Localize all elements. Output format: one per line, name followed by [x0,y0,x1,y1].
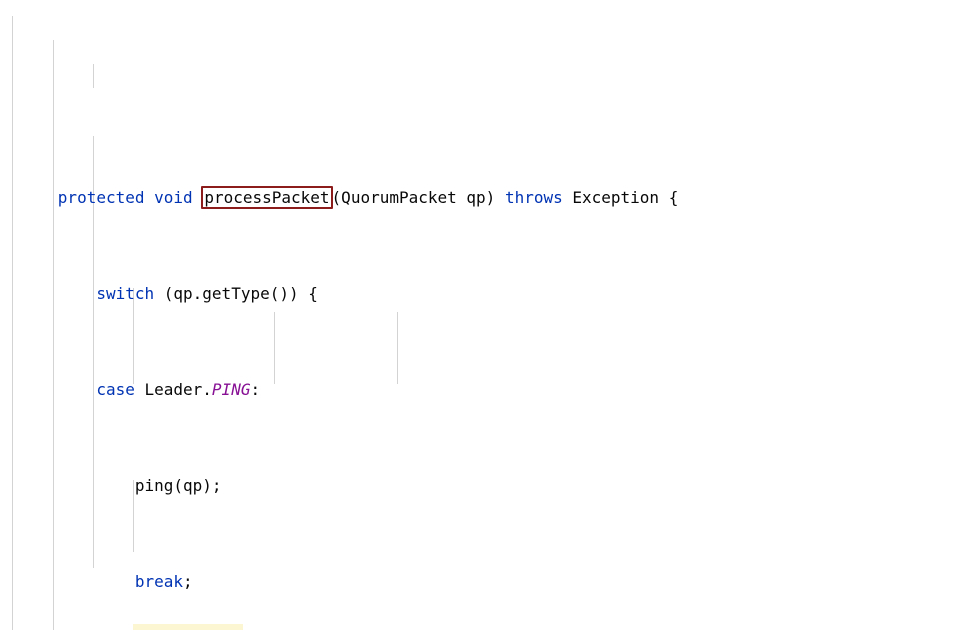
token-static-field: PING [211,380,251,399]
code-line[interactable]: ping(qp); [0,450,962,495]
code-line[interactable]: case Leader.PING: [0,354,962,399]
token-tail: ; [183,572,193,591]
token-method-name: processPacket [204,188,330,207]
token-keyword: switch [96,284,155,303]
token-keyword: break [134,572,184,591]
token-tail: Exception { [562,188,679,207]
token-keyword: protected [57,188,145,207]
code-content[interactable]: protected void processPacket (QuorumPacke… [0,0,962,630]
search-match-highlight[interactable]: processPacket [201,186,333,209]
code-line[interactable]: break; [0,546,962,591]
token-tail: : [250,380,261,399]
token-class: Leader. [134,380,212,399]
code-line[interactable] [0,72,962,90]
token-params: (QuorumPacket qp) [331,188,505,207]
token-text: ping(qp); [57,476,222,495]
token-keyword: void [154,188,193,207]
token-tail: (qp.getType()) { [154,284,318,303]
code-line[interactable]: protected void processPacket (QuorumPacke… [0,162,962,209]
code-line[interactable]: switch (qp.getType()) { [0,258,962,303]
token-keyword: case [96,380,135,399]
code-editor[interactable]: protected void processPacket (QuorumPacke… [0,0,962,630]
token-keyword: throws [504,188,563,207]
